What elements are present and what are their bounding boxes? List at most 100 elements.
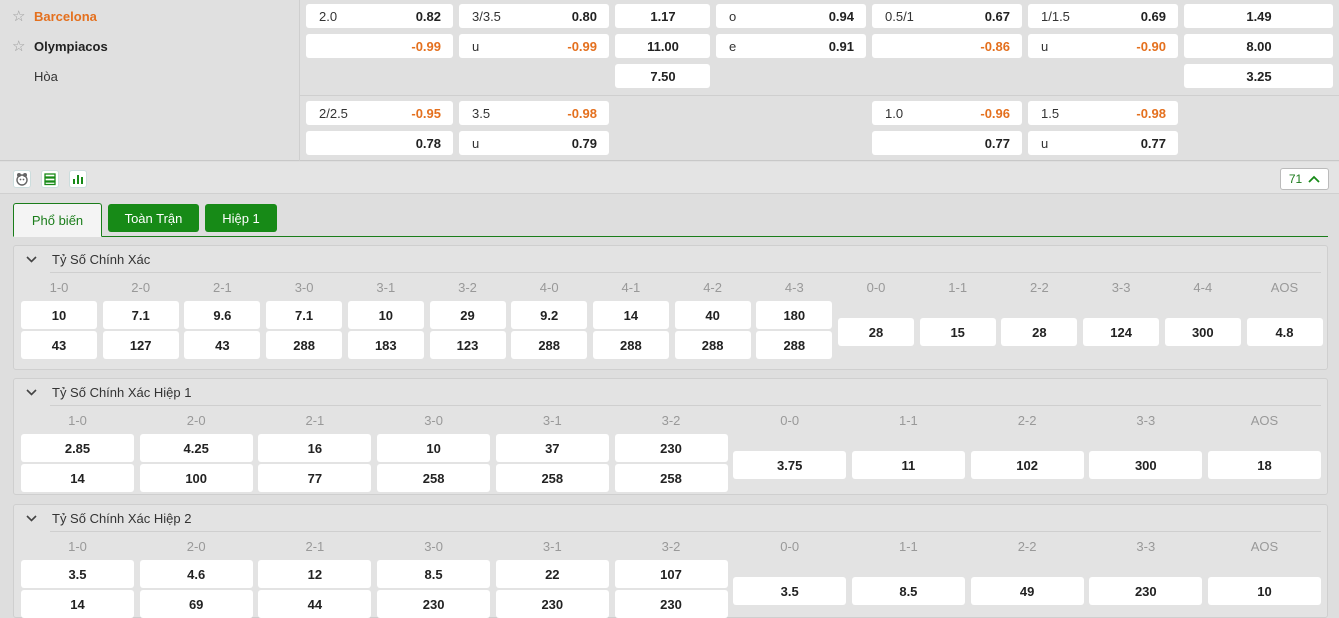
score-odds-button[interactable]: 8.5: [377, 560, 491, 588]
score-odds-button[interactable]: 8.5: [851, 577, 965, 605]
score-odds-button[interactable]: 258: [495, 464, 609, 492]
home-team-name[interactable]: Barcelona: [34, 9, 97, 24]
score-odds-button[interactable]: 7.1: [102, 301, 179, 329]
score-column: 0-0 3.75: [733, 379, 847, 496]
score-odds-button[interactable]: 28: [1001, 318, 1078, 346]
score-odds-button[interactable]: 3.5: [21, 560, 134, 588]
mascot-icon[interactable]: [13, 170, 31, 188]
score-odds-button[interactable]: 102: [970, 451, 1084, 479]
tab-first-half[interactable]: Hiệp 1: [205, 204, 277, 232]
list-icon[interactable]: [41, 170, 59, 188]
score-odds-button[interactable]: 4.8: [1246, 318, 1323, 346]
odds-cell[interactable]: 1.0 -0.96: [872, 101, 1022, 125]
odds-cell[interactable]: 1.5 -0.98: [1028, 101, 1178, 125]
score-odds-button[interactable]: 100: [139, 464, 253, 492]
score-odds-button[interactable]: 2.85: [21, 434, 134, 462]
score-odds-button[interactable]: 288: [756, 331, 833, 359]
score-odds-button[interactable]: 230: [495, 590, 609, 618]
score-odds-button[interactable]: 258: [377, 464, 491, 492]
score-label: 4-0: [539, 280, 559, 295]
score-odds-button[interactable]: 9.6: [184, 301, 261, 329]
odds-cell[interactable]: -0.99: [306, 34, 453, 58]
score-odds-button[interactable]: 124: [1083, 318, 1160, 346]
odds-cell[interactable]: 1.17: [615, 4, 710, 28]
score-odds-button[interactable]: 69: [139, 590, 253, 618]
favorite-star-icon[interactable]: ☆: [12, 39, 28, 54]
odds-cell[interactable]: 2/2.5 -0.95: [306, 101, 453, 125]
stats-icon[interactable]: [69, 170, 87, 188]
score-odds-button[interactable]: 230: [1089, 577, 1203, 605]
score-odds-button[interactable]: 288: [511, 331, 588, 359]
score-odds-button[interactable]: 22: [495, 560, 609, 588]
tab-popular[interactable]: Phổ biến: [13, 203, 102, 237]
score-odds-button[interactable]: 288: [592, 331, 669, 359]
odds-cell[interactable]: o 0.94: [716, 4, 866, 28]
score-column: 2-1 9.6 43: [184, 246, 261, 371]
score-odds-button[interactable]: 14: [592, 301, 669, 329]
collapse-markets-button[interactable]: 71: [1280, 168, 1329, 190]
favorite-star-icon[interactable]: ☆: [12, 9, 28, 24]
odds-cell[interactable]: 0.78: [306, 131, 453, 155]
odds-cell[interactable]: u -0.99: [459, 34, 609, 58]
score-odds-button[interactable]: 230: [377, 590, 491, 618]
score-odds-button[interactable]: 183: [347, 331, 424, 359]
score-odds-button[interactable]: 14: [21, 590, 134, 618]
score-odds-button[interactable]: 288: [674, 331, 751, 359]
odds-cell[interactable]: 7.50: [615, 64, 710, 88]
score-odds-button[interactable]: 230: [614, 434, 728, 462]
score-odds-button[interactable]: 10: [1208, 577, 1321, 605]
odds-cell[interactable]: u 0.79: [459, 131, 609, 155]
score-odds-button[interactable]: 230: [614, 590, 728, 618]
score-odds-button[interactable]: 9.2: [511, 301, 588, 329]
score-odds-button[interactable]: 11: [851, 451, 965, 479]
score-odds-button[interactable]: 4.25: [139, 434, 253, 462]
odds-cell[interactable]: u -0.90: [1028, 34, 1178, 58]
score-odds-button[interactable]: 14: [21, 464, 134, 492]
score-odds-button[interactable]: 4.6: [139, 560, 253, 588]
score-odds-button[interactable]: 29: [429, 301, 506, 329]
odds-cell[interactable]: 8.00: [1184, 34, 1333, 58]
score-column: 4-4 300: [1164, 246, 1241, 371]
odds-cell[interactable]: 3.25: [1184, 64, 1333, 88]
score-column: 1-1 11: [851, 379, 965, 496]
score-odds-button[interactable]: 18: [1208, 451, 1321, 479]
score-odds-button[interactable]: 7.1: [266, 301, 343, 329]
score-odds-button[interactable]: 37: [495, 434, 609, 462]
odds-cell[interactable]: 11.00: [615, 34, 710, 58]
score-odds-button[interactable]: 12: [258, 560, 372, 588]
score-odds-button[interactable]: 123: [429, 331, 506, 359]
score-odds-button[interactable]: 15: [919, 318, 996, 346]
score-odds-button[interactable]: 10: [347, 301, 424, 329]
score-odds-button[interactable]: 127: [102, 331, 179, 359]
score-odds-button[interactable]: 44: [258, 590, 372, 618]
odds-cell[interactable]: 0.5/1 0.67: [872, 4, 1022, 28]
odds-cell[interactable]: 1.49: [1184, 4, 1333, 28]
score-odds-button[interactable]: 10: [21, 301, 97, 329]
odds-cell[interactable]: 2.0 0.82: [306, 4, 453, 28]
odds-cell[interactable]: e 0.91: [716, 34, 866, 58]
odds-cell[interactable]: 3.5 -0.98: [459, 101, 609, 125]
odds-cell[interactable]: -0.86: [872, 34, 1022, 58]
score-odds-button[interactable]: 77: [258, 464, 372, 492]
score-odds-button[interactable]: 107: [614, 560, 728, 588]
score-odds-button[interactable]: 43: [184, 331, 261, 359]
score-odds-button[interactable]: 180: [756, 301, 833, 329]
score-odds-button[interactable]: 49: [970, 577, 1084, 605]
odds-cell[interactable]: 1/1.5 0.69: [1028, 4, 1178, 28]
score-odds-button[interactable]: 3.5: [733, 577, 847, 605]
odds-cell[interactable]: 3/3.5 0.80: [459, 4, 609, 28]
odds-cell[interactable]: 0.77: [872, 131, 1022, 155]
score-odds-button[interactable]: 258: [614, 464, 728, 492]
score-odds-button[interactable]: 300: [1089, 451, 1203, 479]
score-odds-button[interactable]: 300: [1164, 318, 1241, 346]
score-odds-button[interactable]: 3.75: [733, 451, 847, 479]
score-odds-button[interactable]: 28: [838, 318, 914, 346]
tab-full-match[interactable]: Toàn Trận: [108, 204, 199, 232]
away-team-name[interactable]: Olympiacos: [34, 39, 108, 54]
score-odds-button[interactable]: 40: [674, 301, 751, 329]
score-odds-button[interactable]: 10: [377, 434, 491, 462]
score-odds-button[interactable]: 288: [266, 331, 343, 359]
score-odds-button[interactable]: 43: [21, 331, 97, 359]
odds-cell[interactable]: u 0.77: [1028, 131, 1178, 155]
score-odds-button[interactable]: 16: [258, 434, 372, 462]
